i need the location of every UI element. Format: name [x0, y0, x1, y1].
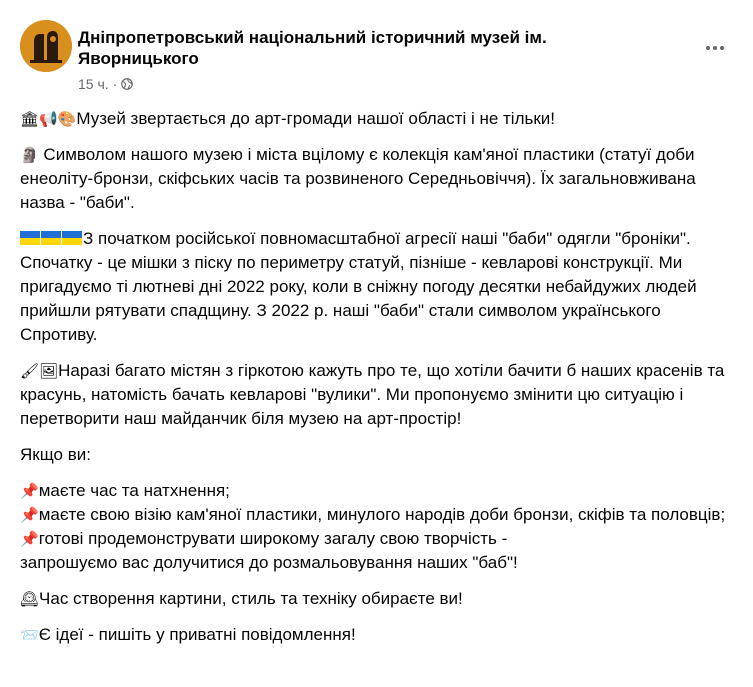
paragraph-8-text: Є ідеї - пишіть у приватні повідомлення! [38, 625, 356, 644]
bullet-list: 📌маєте час та натхнення; 📌маєте свою віз… [20, 479, 731, 575]
bullet-2-text: маєте свою візію кам'яної пластики, мину… [38, 505, 726, 524]
paintbrush-icon: 🖌 [20, 362, 40, 380]
paragraph-2: 🗿 Символом нашого музею і міста вцілому … [20, 143, 731, 215]
paragraph-3: З початком російської повномасштабної аг… [20, 227, 731, 347]
post-header: Дніпропетровський національний історични… [20, 20, 733, 100]
ukraine-flag-icon [41, 231, 61, 245]
paragraph-7: 🕰Час створення картини, стиль та техніку… [20, 587, 731, 611]
megaphone-icon: 📢 [39, 110, 58, 128]
paragraph-5: Якщо ви: [20, 445, 91, 464]
more-options-button[interactable] [697, 30, 733, 66]
museum-logo-icon [20, 20, 72, 72]
paragraph-8: 📨Є ідеї - пишіть у приватні повідомлення… [20, 623, 731, 647]
more-dot [713, 46, 717, 50]
post-timestamp[interactable]: 15 ч. [78, 76, 109, 92]
bullet-3-continuation: запрошуємо вас долучитися до розмальовув… [20, 553, 518, 572]
framed-picture-icon: 🖼 [39, 362, 59, 380]
paragraph-2-text: Символом нашого музею і міста вцілому є … [20, 145, 696, 212]
pushpin-icon: 📌 [20, 482, 39, 500]
page-name-link[interactable]: Дніпропетровський національний історични… [78, 27, 638, 69]
more-horizontal-icon [706, 46, 710, 50]
post-body: 🏛📢🎨Музей звертається до арт-громади нашо… [20, 107, 731, 659]
ukraine-flag-icon [62, 231, 82, 245]
paragraph-3-text: З початком російської повномасштабної аг… [20, 229, 697, 344]
envelope-icon: 📨 [20, 626, 39, 644]
bullet-3-text: готові продемонструвати широкому загалу … [38, 529, 508, 548]
paragraph-1-text: Музей звертається до арт-громади нашої о… [76, 109, 556, 128]
paragraph-4-text: Наразі багато містян з гіркотою кажуть п… [20, 361, 725, 428]
meta-separator: · [112, 76, 118, 92]
paragraph-1: 🏛📢🎨Музей звертається до арт-громади нашо… [20, 107, 731, 131]
pushpin-icon: 📌 [20, 506, 39, 524]
post-meta: 15 ч. · [78, 76, 134, 92]
museum-icon: 🏛 [20, 110, 40, 128]
paragraph-4: 🖌🖼Наразі багато містян з гіркотою кажуть… [20, 359, 731, 431]
globe-icon[interactable] [121, 78, 134, 90]
palette-icon: 🎨 [57, 110, 77, 128]
mantelpiece-clock-icon: 🕰 [20, 590, 40, 608]
ukraine-flag-icon [20, 231, 40, 245]
pushpin-icon: 📌 [20, 530, 39, 548]
page-avatar[interactable] [20, 20, 72, 72]
moai-statue-icon: 🗿 [20, 146, 39, 164]
more-dot [720, 46, 724, 50]
bullet-1-text: маєте час та натхнення; [38, 481, 230, 500]
facebook-post: Дніпропетровський національний історични… [0, 0, 753, 687]
paragraph-7-text: Час створення картини, стиль та техніку … [39, 589, 463, 608]
